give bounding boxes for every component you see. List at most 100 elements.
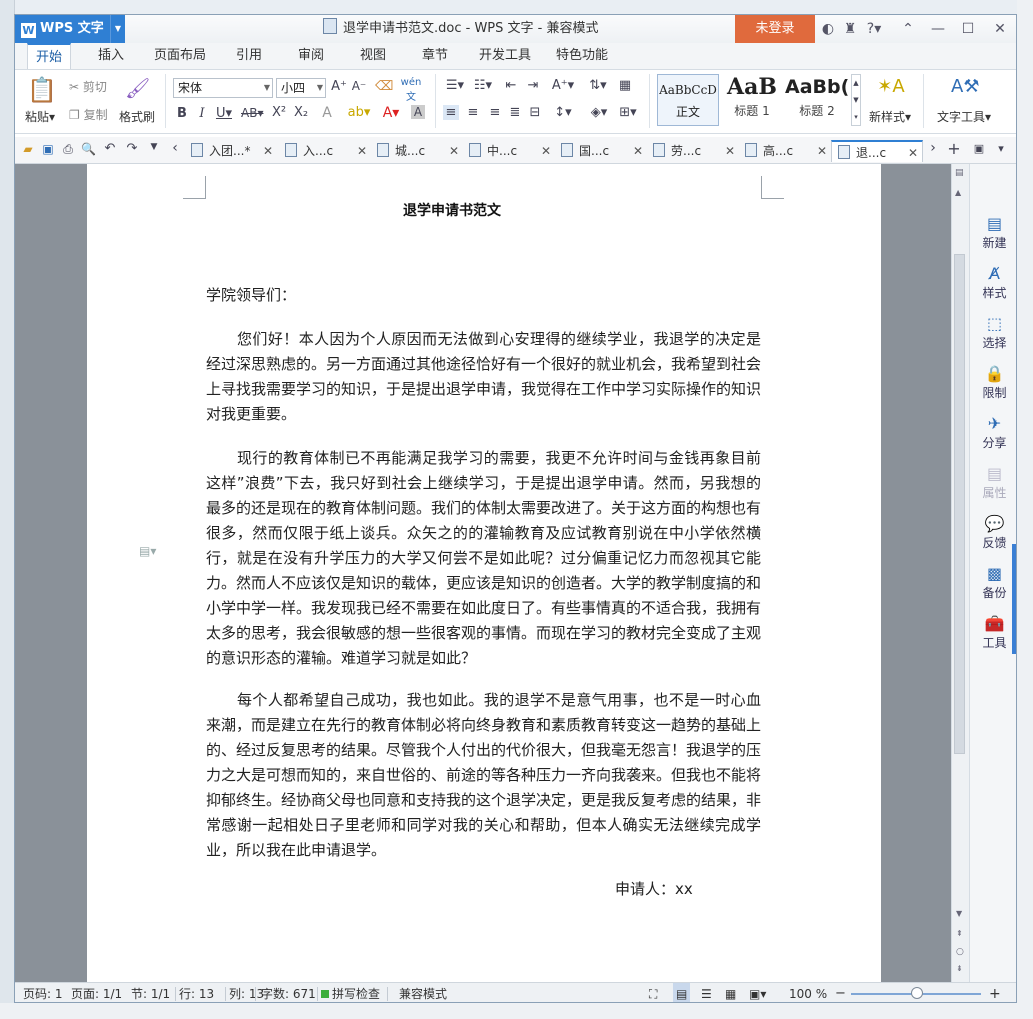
task-pane-styles[interactable]: A̸ 样式 [970, 264, 1016, 301]
save-icon[interactable]: ▣ [41, 142, 55, 156]
cut-button[interactable]: ✂ 剪切 [69, 78, 107, 95]
justify-icon[interactable]: ≣ [507, 105, 523, 120]
strikethrough-icon[interactable]: AB▾ [241, 106, 263, 120]
tab-chapter[interactable]: 章节 [413, 43, 457, 69]
doc-tab[interactable]: 劳...c ✕ [649, 140, 735, 162]
task-pane-toggle[interactable] [1012, 544, 1016, 654]
new-style-button[interactable]: 新样式▾ [869, 108, 911, 125]
spell-check-toggle[interactable]: 拼写检查 [321, 983, 380, 1002]
style-normal[interactable]: AaBbCcD 正文 [657, 74, 719, 126]
scroll-up-icon[interactable]: ▲ [955, 188, 961, 197]
doc-tab[interactable]: 入团...* ✕ [187, 140, 273, 162]
reading-view-icon[interactable]: ▣▾ [749, 983, 766, 1002]
full-screen-view-icon[interactable]: ⛶ [649, 983, 657, 1002]
task-pane-share[interactable]: ✈ 分享 [970, 414, 1016, 451]
subscript-icon[interactable]: X₂ [293, 105, 309, 120]
phonetic-guide-icon[interactable]: wén 文 [399, 77, 423, 103]
chevron-down-icon[interactable]: ▼ [110, 15, 125, 43]
document-page[interactable]: 退学申请书范文 学院领导们： 您们好！本人因为个人原因而无法做到心安理得的继续学… [87, 164, 881, 982]
text-effect-icon[interactable]: A [319, 105, 335, 121]
zoom-level[interactable]: 100 % [789, 983, 827, 1002]
underline-icon[interactable]: U▾ [215, 106, 233, 121]
minimize-icon[interactable]: — [927, 15, 949, 43]
task-pane-restrict[interactable]: 🔒 限制 [970, 364, 1016, 401]
login-button[interactable]: 未登录 [735, 15, 815, 43]
tab-developer[interactable]: 开发工具 [473, 43, 537, 69]
print-icon[interactable]: ⎙ [61, 142, 75, 157]
tab-scroll-right-icon[interactable]: › [927, 140, 939, 156]
open-folder-icon[interactable]: ▰ [21, 142, 35, 156]
tab-scroll-left-icon[interactable]: ‹ [169, 140, 181, 156]
close-tab-icon[interactable]: ✕ [725, 140, 735, 162]
close-tab-icon[interactable]: ✕ [541, 140, 551, 162]
font-color-icon[interactable]: A▾ [379, 105, 403, 121]
task-pane-feedback[interactable]: 💬 反馈 [970, 514, 1016, 551]
numbering-icon[interactable]: ☷▾ [471, 78, 495, 93]
copy-button[interactable]: ❐ 复制 [69, 106, 108, 123]
borders-icon[interactable]: ⊞▾ [617, 105, 639, 120]
paste-icon[interactable]: 📋 [27, 76, 57, 104]
line-spacing-icon[interactable]: ↕▾ [551, 105, 575, 120]
change-case-icon[interactable]: A⁺▾ [551, 78, 575, 93]
doc-tab[interactable]: 城...c ✕ [373, 140, 459, 162]
style-heading-1[interactable]: AaB 标题 1 [721, 74, 783, 126]
close-tab-icon[interactable]: ✕ [633, 140, 643, 162]
align-left-icon[interactable]: ≡ [443, 105, 459, 120]
decrease-indent-icon[interactable]: ⇤ [503, 78, 519, 93]
redo-icon[interactable]: ↷ [125, 141, 139, 156]
zoom-slider-handle[interactable] [911, 987, 923, 999]
zoom-in-icon[interactable]: + [989, 983, 1001, 1002]
collapse-ribbon-icon[interactable]: ⌃ [897, 15, 919, 43]
new-style-icon[interactable]: ✶A [873, 76, 909, 97]
app-menu-button[interactable]: W WPS 文字 ▼ [15, 15, 125, 43]
font-name-select[interactable]: 宋体 ▼ [173, 78, 273, 98]
doc-tab[interactable]: 国...c ✕ [557, 140, 643, 162]
scroll-down-icon[interactable]: ▼ [956, 909, 962, 918]
tab-references[interactable]: 引用 [227, 43, 271, 69]
bullets-icon[interactable]: ☰▾ [443, 78, 467, 93]
tab-special-features[interactable]: 特色功能 [549, 43, 615, 69]
task-pane-tools[interactable]: 🧰 工具 [970, 614, 1016, 651]
close-tab-icon[interactable]: ✕ [357, 140, 367, 162]
distribute-icon[interactable]: ⊟ [527, 105, 543, 120]
task-pane-new[interactable]: ▤ 新建 [970, 214, 1016, 251]
task-pane-backup[interactable]: ▩ 备份 [970, 564, 1016, 601]
superscript-icon[interactable]: X² [271, 105, 287, 120]
doc-tab[interactable]: 中...c ✕ [465, 140, 551, 162]
task-pane-select[interactable]: ⬚ 选择 [970, 314, 1016, 351]
status-word-count[interactable]: 字数: 671 [261, 983, 316, 1002]
shrink-font-icon[interactable]: A⁻ [351, 79, 367, 93]
doc-tab[interactable]: 入...c ✕ [281, 140, 367, 162]
doc-tab[interactable]: 高...c ✕ [741, 140, 827, 162]
web-view-icon[interactable]: ▦ [725, 983, 736, 1002]
table-grid-icon[interactable]: ▦ [617, 78, 633, 93]
prev-page-icon[interactable]: ⇞ [956, 929, 963, 938]
close-tab-icon[interactable]: ✕ [908, 142, 918, 164]
sort-icon[interactable]: ⇅▾ [587, 78, 609, 93]
close-tab-icon[interactable]: ✕ [817, 140, 827, 162]
split-view-icon[interactable]: ▤ [955, 168, 964, 178]
new-tab-icon[interactable]: + [947, 139, 961, 158]
doc-tab-active[interactable]: 退...c ✕ [831, 140, 923, 162]
close-tab-icon[interactable]: ✕ [263, 140, 273, 162]
browse-object-icon[interactable]: ○ [956, 947, 964, 957]
align-right-icon[interactable]: ≡ [487, 105, 503, 120]
undo-icon[interactable]: ↶ [103, 141, 117, 156]
char-shading-icon[interactable]: A [411, 105, 425, 119]
bold-icon[interactable]: B [175, 106, 189, 121]
paragraph-shading-icon[interactable]: ◈▾ [587, 105, 611, 120]
paste-button[interactable]: 粘贴▾ [25, 108, 55, 125]
help-icon[interactable]: ?▾ [863, 15, 885, 43]
close-icon[interactable]: ✕ [989, 15, 1011, 43]
tab-view[interactable]: 视图 [351, 43, 395, 69]
maximize-icon[interactable]: ☐ [957, 15, 979, 43]
print-preview-icon[interactable]: 🔍 [81, 142, 96, 156]
next-page-icon[interactable]: ⇟ [956, 964, 963, 973]
align-center-icon[interactable]: ≡ [465, 105, 481, 120]
shirt-icon[interactable]: ♜ [841, 15, 859, 43]
style-heading-2[interactable]: AaBb( 标题 2 [785, 74, 849, 126]
page-view-icon[interactable]: ▤ [673, 983, 691, 1002]
close-tab-icon[interactable]: ✕ [449, 140, 459, 162]
increase-indent-icon[interactable]: ⇥ [525, 78, 541, 93]
font-size-select[interactable]: 小四 ▼ [276, 78, 326, 98]
